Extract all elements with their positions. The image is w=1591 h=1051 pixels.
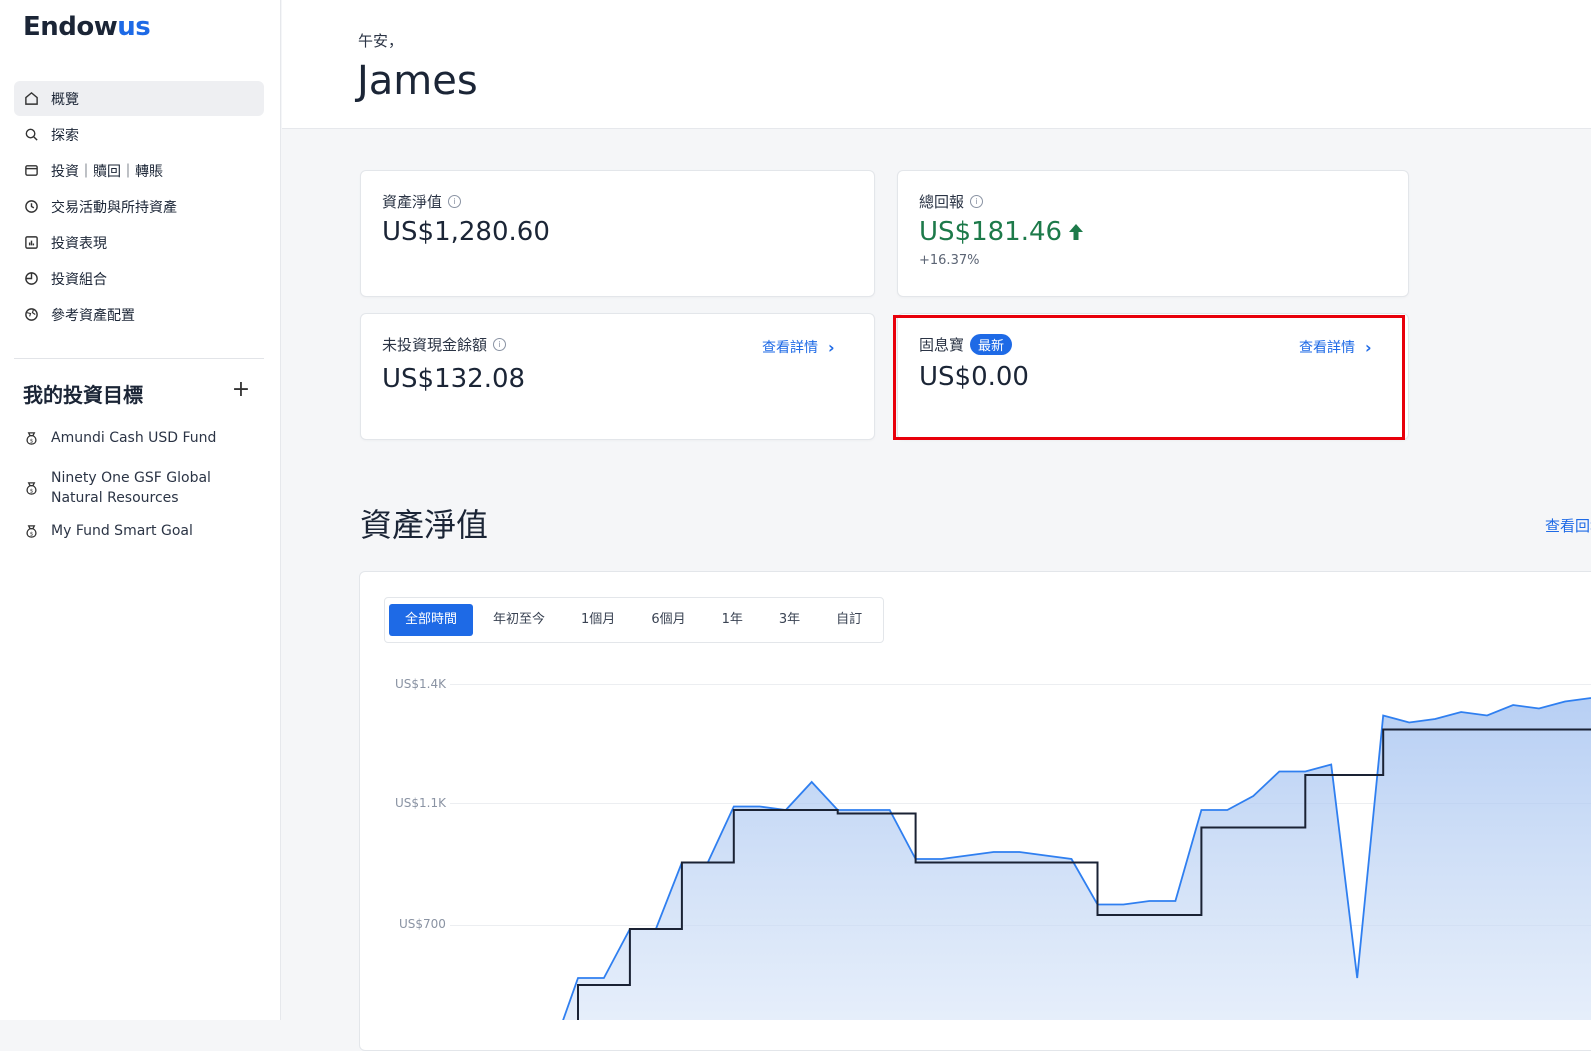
time-range-tab[interactable]: 1年 (706, 604, 759, 636)
logo-text: Endow (23, 12, 118, 42)
goals-title: 我的投資目標 (23, 383, 143, 407)
fixed-view-details-link[interactable]: 查看詳情 › (1299, 337, 1372, 357)
user-name: James (357, 58, 478, 104)
goal-item[interactable]: $ Amundi Cash USD Fund (23, 428, 221, 448)
y-tick-label: US$700 (399, 917, 446, 931)
clock-icon (23, 199, 39, 215)
sidebar-item[interactable]: 投資表現 (14, 225, 264, 260)
sidebar: Endowus 概覽探索投資｜贖回｜轉賬 交易活動與所持資產 投資表現投資組合參考資… (0, 0, 281, 1020)
fixed-income-value: US$0.00 (919, 362, 1029, 392)
y-tick-label: US$1.1K (395, 796, 446, 810)
total-return-card: 總回報 i US$181.46 +16.37% (897, 170, 1409, 297)
time-range-tabs: 全部時間 年初至今 1個月 6個月 1年 3年 自訂 (384, 597, 884, 643)
fixed-income-label: 固息寶 最新 (919, 334, 1013, 355)
endowus-logo[interactable]: Endowus (23, 12, 151, 42)
sidebar-item[interactable]: 交易活動與所持資產 (14, 189, 264, 224)
sidebar-item-label: 投資表現 (51, 235, 107, 252)
bar-chart-icon (23, 235, 39, 251)
goal-item[interactable]: $ My Fund Smart Goal (23, 521, 221, 541)
sidebar-item[interactable]: 探索 (14, 117, 264, 152)
cash-balance-card: 未投資現金餘額 i US$132.08 查看詳情 › (360, 313, 875, 440)
sidebar-item[interactable]: 參考資產配置 (14, 297, 264, 332)
arrow-up-icon (1069, 224, 1084, 240)
sidebar-item[interactable]: 投資組合 (14, 261, 264, 296)
goal-item-label: My Fund Smart Goal (51, 523, 193, 539)
svg-text:$: $ (29, 531, 33, 537)
total-return-value: US$181.46 (919, 217, 1084, 247)
goal-item-label: Ninety One GSF Global Natural Resources (51, 470, 211, 506)
money-bag-icon: $ (23, 430, 39, 446)
page-header: 午安， James (282, 0, 1591, 129)
net-worth-label: 資產淨值 i (382, 191, 462, 212)
cash-view-details-link[interactable]: 查看詳情 › (762, 337, 835, 357)
sidebar-item[interactable]: 投資｜贖回｜轉賬 (14, 153, 264, 188)
view-returns-link[interactable]: 查看回報 (1545, 515, 1591, 536)
info-icon[interactable]: i (448, 195, 462, 208)
sidebar-divider (14, 358, 264, 359)
sidebar-nav: 概覽探索投資｜贖回｜轉賬 交易活動與所持資產 投資表現投資組合參考資產配置 (14, 81, 264, 333)
fixed-income-card: 固息寶 最新 US$0.00 查看詳情 › (897, 313, 1409, 440)
info-icon[interactable]: i (493, 338, 507, 351)
goal-item[interactable]: $ Ninety One GSF Global Natural Resources (23, 468, 221, 508)
net-worth-card: 資產淨值 i US$1,280.60 (360, 170, 875, 297)
pie-chart-icon (23, 271, 39, 287)
wallet-icon (23, 163, 39, 179)
goal-item-label: Amundi Cash USD Fund (51, 430, 217, 446)
logo-accent-text: us (117, 12, 151, 42)
time-range-tab[interactable]: 3年 (763, 604, 816, 636)
sidebar-item[interactable]: 概覽 (14, 81, 264, 116)
cash-balance-value: US$132.08 (382, 364, 526, 394)
chevron-right-icon: › (828, 337, 835, 357)
sidebar-item-label: 投資｜贖回｜轉賬 (51, 163, 163, 180)
info-icon[interactable]: i (970, 195, 984, 208)
sidebar-item-label: 參考資產配置 (51, 307, 135, 324)
time-range-tab[interactable]: 6個月 (635, 604, 701, 636)
net-worth-chart (526, 697, 1591, 1020)
add-goal-button[interactable]: + (228, 378, 254, 404)
search-icon (23, 127, 39, 143)
time-range-tab[interactable]: 1個月 (565, 604, 631, 636)
time-range-tab[interactable]: 全部時間 (389, 604, 474, 636)
svg-text:$: $ (29, 488, 33, 494)
money-bag-icon: $ (23, 480, 39, 496)
home-icon (23, 91, 39, 107)
sidebar-item-label: 投資組合 (51, 271, 107, 288)
cash-balance-label: 未投資現金餘額 i (382, 334, 507, 355)
chart-area (526, 698, 1591, 1020)
globe-icon (23, 307, 39, 323)
sidebar-item-label: 概覽 (51, 91, 79, 108)
money-bag-icon: $ (23, 523, 39, 539)
total-return-percent: +16.37% (919, 253, 980, 268)
section-title: 資產淨值 (360, 506, 489, 544)
greeting-text: 午安， (358, 32, 404, 50)
net-worth-value: US$1,280.60 (382, 217, 550, 247)
sidebar-item-label: 交易活動與所持資產 (51, 199, 177, 216)
y-tick-label: US$1.4K (395, 677, 446, 691)
time-range-tab[interactable]: 年初至今 (477, 604, 561, 636)
total-return-label: 總回報 i (919, 191, 984, 212)
time-range-tab[interactable]: 自訂 (820, 604, 878, 636)
new-badge: 最新 (970, 334, 1013, 355)
svg-text:$: $ (29, 438, 33, 444)
sidebar-item-label: 探索 (51, 127, 79, 144)
chevron-right-icon: › (1365, 337, 1372, 357)
